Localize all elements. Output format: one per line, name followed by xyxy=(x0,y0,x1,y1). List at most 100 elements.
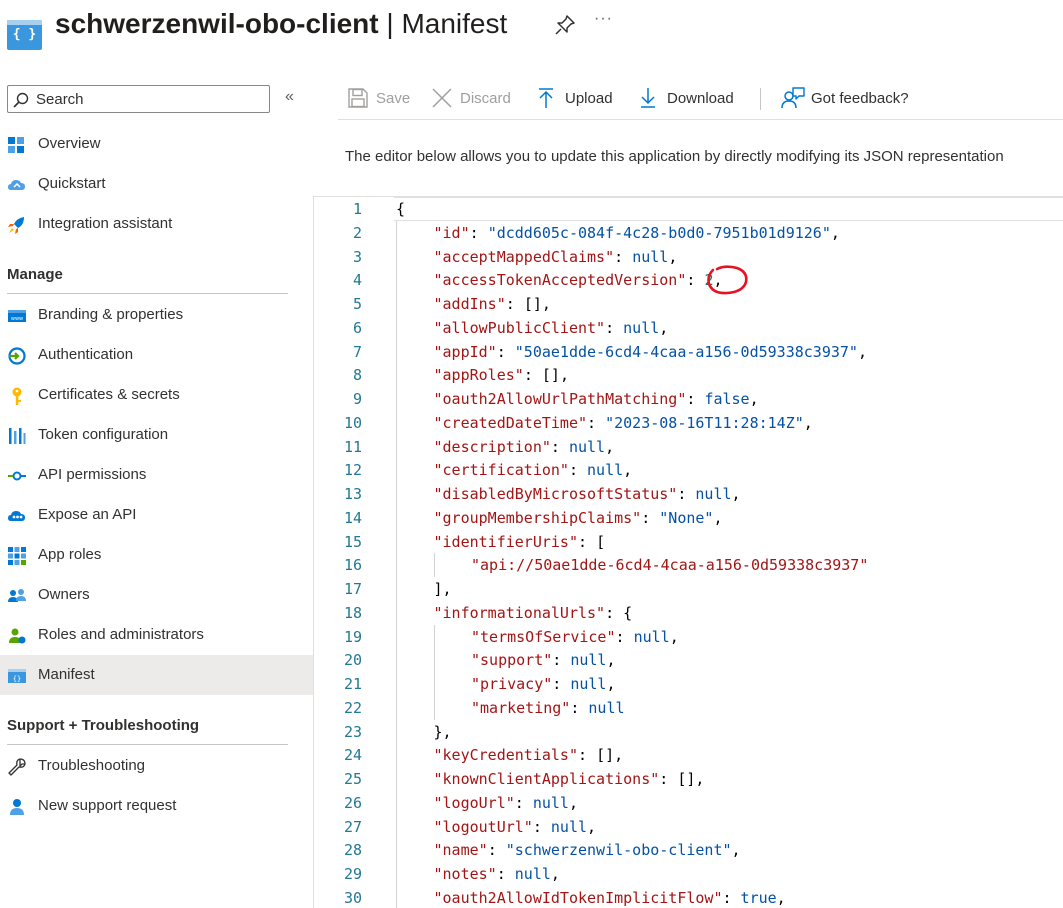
json-value: null xyxy=(587,461,624,480)
code-text: "keyCredentials": [], xyxy=(433,746,624,765)
code-line: 18 "informationalUrls": { xyxy=(314,601,1063,625)
code-line: 24 "keyCredentials": [], xyxy=(314,743,1063,767)
indent-guide xyxy=(396,220,397,908)
json-value: null xyxy=(633,627,670,646)
divider xyxy=(7,744,288,745)
line-number: 19 xyxy=(343,627,362,646)
code-line: 16 "api://50ae1dde-6cd4-4caa-a156-0d59338… xyxy=(314,553,1063,577)
line-number: 4 xyxy=(352,271,362,290)
key-icon xyxy=(12,387,22,405)
code-text: { xyxy=(396,197,405,221)
sidebar-item-quickstart[interactable]: Quickstart xyxy=(0,164,313,204)
json-value: [] xyxy=(541,366,560,385)
code-text: "identifierUris": [ xyxy=(433,532,606,551)
sidebar-item-label: Overview xyxy=(38,135,101,152)
more-options-icon[interactable]: ··· xyxy=(594,10,613,28)
sidebar-item-integration-assistant[interactable]: Integration assistant xyxy=(0,204,313,244)
json-value: null xyxy=(623,318,660,337)
code-line: 19 "termsOfService": null, xyxy=(314,625,1063,649)
json-value: [] xyxy=(596,746,615,765)
overview-icon xyxy=(8,137,24,153)
json-editor[interactable]: 1{2 "id": "dcdd605c-084f-4c28-b0d0-7951b0… xyxy=(313,196,1063,908)
sidebar-item-label: Token configuration xyxy=(38,426,169,443)
code-text: "appRoles": [], xyxy=(433,366,569,385)
code-text: "certification": null, xyxy=(433,461,633,480)
json-value: }, xyxy=(433,722,452,741)
line-number: 30 xyxy=(343,888,362,907)
code-line: 13 "disabledByMicrosoftStatus": null, xyxy=(314,482,1063,506)
indent-guide xyxy=(433,624,435,720)
sidebar-item-label: Owners xyxy=(38,586,90,603)
line-number: 16 xyxy=(343,556,362,575)
support-person-icon xyxy=(10,799,24,815)
code-line: 30 "oauth2AllowIdTokenImplicitFlow": true… xyxy=(314,886,1063,908)
code-line: 21 "privacy": null, xyxy=(314,672,1063,696)
sidebar-item-manifest[interactable]: {} Manifest xyxy=(0,655,313,695)
page-title: schwerzenwil-obo-client | Manifest xyxy=(55,6,507,42)
sidebar-item-expose-an-api[interactable]: Expose an API xyxy=(0,495,313,535)
code-line: 27 "logoutUrl": null, xyxy=(314,815,1063,839)
code-line: 26 "logoUrl": null, xyxy=(314,791,1063,815)
code-text: "groupMembershipClaims": "None", xyxy=(433,508,723,527)
sidebar-item-label: New support request xyxy=(38,797,177,814)
owners-people-icon xyxy=(8,589,26,602)
line-number: 10 xyxy=(343,413,362,432)
search-input[interactable] xyxy=(36,89,266,109)
sidebar-item-label: Roles and administrators xyxy=(38,626,204,643)
json-key: "knownClientApplications" xyxy=(433,770,660,788)
code-text: "marketing": null xyxy=(471,698,625,717)
sidebar-search[interactable] xyxy=(7,85,270,113)
json-value: "api://50ae1dde-6cd4-4caa-a156-0d59338c3… xyxy=(471,556,869,575)
sidebar-item-new-support-request[interactable]: New support request xyxy=(0,786,313,826)
line-number: 9 xyxy=(352,390,362,408)
app-name: schwerzenwil-obo-client xyxy=(55,8,379,39)
pin-icon[interactable] xyxy=(553,13,577,37)
wrench-icon xyxy=(8,758,26,776)
sidebar-item-certificates[interactable]: Certificates & secrets xyxy=(0,375,313,415)
sidebar-item-owners[interactable]: Owners xyxy=(0,575,313,615)
app-registration-icon: { } xyxy=(7,20,42,50)
json-key: "description" xyxy=(433,437,551,456)
sidebar-item-overview[interactable]: Overview xyxy=(0,124,313,164)
sidebar-item-troubleshooting[interactable]: Troubleshooting xyxy=(0,746,313,786)
line-number: 7 xyxy=(352,342,362,361)
sidebar-item-label: Troubleshooting xyxy=(38,757,146,774)
line-number: 1 xyxy=(352,200,362,218)
json-value: "schwerzenwil-obo-client" xyxy=(505,841,732,860)
json-value: "2023-08-16T11:28:14Z" xyxy=(605,413,804,432)
sidebar-item-api-permissions[interactable]: API permissions xyxy=(0,455,313,495)
code-line: 5 "addIns": [], xyxy=(314,292,1063,316)
roles-admin-icon xyxy=(9,628,26,644)
json-key: "logoUrl" xyxy=(433,793,515,812)
json-value: ], xyxy=(433,580,452,598)
sidebar-item-roles-and-administrators[interactable]: Roles and administrators xyxy=(0,615,313,655)
sidebar-item-app-roles[interactable]: App roles xyxy=(0,535,313,575)
json-value: null xyxy=(570,651,607,670)
sidebar-item-token-configuration[interactable]: Token configuration xyxy=(0,415,313,455)
json-key: "marketing" xyxy=(471,698,571,717)
code-text: "acceptMappedClaims": null, xyxy=(433,247,678,266)
json-value: [ xyxy=(596,532,606,551)
sidebar-item-branding[interactable]: www Branding & properties xyxy=(0,295,313,335)
code-text: "addIns": [], xyxy=(433,295,551,313)
save-icon xyxy=(348,88,368,108)
svg-text:{}: {} xyxy=(13,675,21,683)
code-line: 1{ xyxy=(314,197,1063,221)
line-number: 27 xyxy=(343,817,362,836)
sidebar-item-authentication[interactable]: Authentication xyxy=(0,335,313,375)
code-text: "allowPublicClient": null, xyxy=(433,318,669,337)
code-line: 7 "appId": "50ae1dde-6cd4-4caa-a156-0d593… xyxy=(314,340,1063,364)
line-number: 22 xyxy=(343,698,362,717)
code-line: 10 "createdDateTime": "2023-08-16T11:28:1… xyxy=(314,411,1063,435)
code-text: "informationalUrls": { xyxy=(433,603,633,622)
json-value: null xyxy=(695,485,732,503)
sidebar-item-label: Certificates & secrets xyxy=(38,386,180,403)
line-number: 3 xyxy=(352,247,362,266)
collapse-sidebar-icon[interactable]: « xyxy=(285,88,294,106)
json-value: [] xyxy=(523,295,542,313)
json-key: "accessTokenAcceptedVersion" xyxy=(433,271,687,290)
code-line: 17], xyxy=(314,577,1063,601)
line-number: 13 xyxy=(343,485,362,503)
json-value: null xyxy=(550,817,588,836)
command-bar: Save Discard Upload Download Got feedbac… xyxy=(338,78,1063,120)
